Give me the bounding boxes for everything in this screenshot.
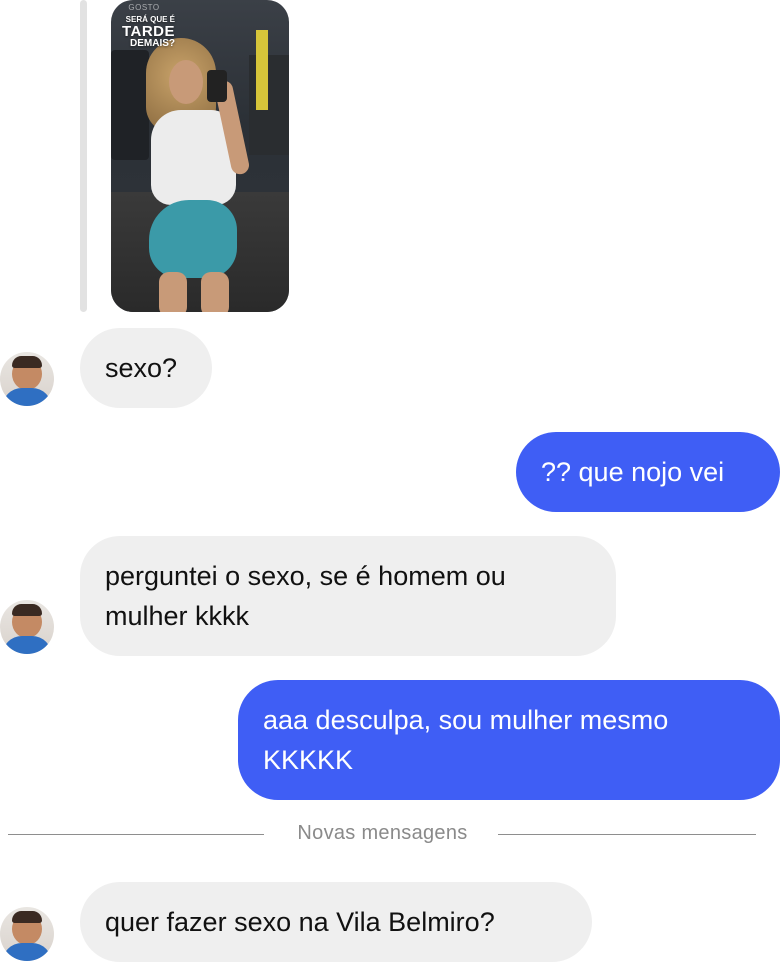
avatar-body (2, 943, 52, 961)
message-text-line: KKKKK (263, 745, 354, 775)
reply-indicator-bar (80, 0, 87, 312)
story-person-shorts (149, 200, 237, 278)
story-phone (207, 70, 227, 102)
new-messages-divider-label: Novas mensagens (297, 822, 468, 844)
outgoing-message[interactable]: ?? que nojo vei (516, 432, 780, 512)
message-text-line: aaa desculpa, sou mulher mesmo (263, 705, 669, 735)
message-text-line: perguntei o sexo, se é homem ou (105, 561, 506, 591)
divider-line (498, 834, 756, 835)
incoming-message[interactable]: perguntei o sexo, se é homem ou mulher k… (80, 536, 616, 656)
avatar-body (2, 636, 52, 654)
story-person-leg (201, 272, 229, 312)
story-watermark: GOSTO (128, 3, 160, 12)
story-person-leg (159, 272, 187, 312)
story-person-face (169, 60, 203, 104)
story-pillar (256, 30, 268, 110)
message-text-line: mulher kkkk (105, 601, 250, 631)
avatar-hair (12, 604, 42, 616)
contact-avatar[interactable] (0, 907, 54, 961)
message-text: sexo? (105, 353, 178, 383)
story-caption-line: DEMAIS? (130, 38, 175, 49)
contact-avatar[interactable] (0, 352, 54, 406)
avatar-body (2, 388, 52, 406)
story-caption: SERÁ QUE É TARDE DEMAIS? (95, 16, 175, 49)
message-text: ?? que nojo vei (541, 457, 725, 487)
message-text: quer fazer sexo na Vila Belmiro? (105, 907, 495, 937)
avatar-hair (12, 356, 42, 368)
outgoing-message[interactable]: aaa desculpa, sou mulher mesmo KKKKK (238, 680, 780, 800)
incoming-message[interactable]: sexo? (80, 328, 212, 408)
divider-line (8, 834, 264, 835)
story-gym-machine (249, 55, 289, 155)
incoming-message[interactable]: quer fazer sexo na Vila Belmiro? (80, 882, 592, 962)
story-gym-machine (111, 50, 149, 160)
avatar-hair (12, 911, 42, 923)
story-caption-line: TARDE (121, 23, 175, 40)
contact-avatar[interactable] (0, 600, 54, 654)
